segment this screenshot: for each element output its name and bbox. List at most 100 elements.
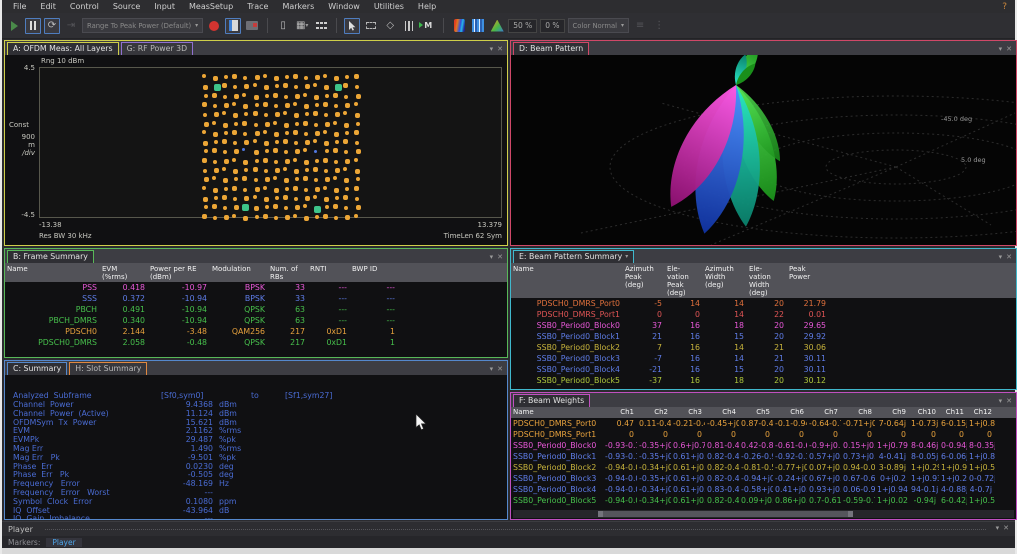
table-cell: 1+j0.25 xyxy=(939,473,967,484)
tab-rf-power-3d[interactable]: G: RF Power 3D xyxy=(121,42,194,55)
transparency-field[interactable]: 50 % xyxy=(508,19,537,33)
table-row[interactable]: SSB0_Period0_Block3-0.94-0.09j-0.35+j0.8… xyxy=(511,473,1016,484)
table-row[interactable]: PBCH0.491-10.94QPSK63------ xyxy=(5,304,507,315)
menu-item-help[interactable]: Help xyxy=(411,0,443,13)
help-icon[interactable]: ? xyxy=(1002,2,1007,12)
marker-player-chip[interactable]: Player xyxy=(46,538,81,547)
play-button[interactable] xyxy=(6,18,22,34)
table-row[interactable]: SSB0_Period0_Block4-0.94-0.06j-0.34+j0.8… xyxy=(511,484,1016,495)
close-icon[interactable]: ✕ xyxy=(497,365,503,373)
table-row[interactable]: SSS0.372-10.94BPSK33------ xyxy=(5,293,507,304)
layout-tiles-button[interactable] xyxy=(313,18,329,34)
menu-item-control[interactable]: Control xyxy=(63,0,106,13)
table-row[interactable]: SSB0_Period0_Block5-0.94-0.07j-0.34+j0.8… xyxy=(511,495,1016,506)
close-icon[interactable]: ✕ xyxy=(1006,397,1012,405)
menu-item-file[interactable]: File xyxy=(6,0,33,13)
single-step-button[interactable]: ⇥ xyxy=(63,18,79,34)
record-button[interactable] xyxy=(206,18,222,34)
recording-report-button[interactable] xyxy=(225,18,241,34)
restart-button[interactable]: ⟳ xyxy=(44,18,60,34)
table-row[interactable]: SSB0_Period0_Block3-716142130.11 xyxy=(511,353,1016,364)
panel-menu-icon[interactable]: ▾ xyxy=(490,45,494,53)
table-row[interactable]: PDSCH0_DMRS_Port00.470.11-0.44j-0.21-0.4… xyxy=(511,418,1016,429)
tab-frame-summary[interactable]: B: Frame Summary xyxy=(7,250,94,263)
close-icon[interactable]: ✕ xyxy=(497,253,503,261)
menu-item-input[interactable]: Input xyxy=(147,0,182,13)
band-lines-button[interactable] xyxy=(401,18,417,34)
tab-slot-summary[interactable]: H: Slot Summary xyxy=(69,362,147,375)
constellation-plot[interactable]: Rng 10 dBm 4.5 Const 900 m /div -4.5 -13… xyxy=(5,55,507,245)
table-row[interactable]: SSB0_Period0_Block0-0.93-0.11j-0.35+j0.8… xyxy=(511,440,1016,451)
diamond-marker-button[interactable]: ◇ xyxy=(382,18,398,34)
table-row[interactable]: PDSCH02.144-3.48QAM2562170xD11 xyxy=(5,326,507,337)
tab-beam-pattern-summary[interactable]: E: Beam Pattern Summary▾ xyxy=(513,250,634,263)
layout-grid-button[interactable]: ▦▾ xyxy=(294,18,310,34)
table-row[interactable]: PBCH_DMRS0.340-10.94QPSK63------ xyxy=(5,315,507,326)
constellation-point xyxy=(303,204,307,208)
close-icon[interactable]: ✕ xyxy=(1003,524,1009,532)
scrollbar-thumb[interactable] xyxy=(598,511,853,517)
tab-ofdm-meas-all-layers[interactable]: A: OFDM Meas: All Layers xyxy=(7,42,119,55)
constellation-point xyxy=(274,104,278,108)
table-row[interactable]: SSB0_Period0_Block2716142130.06 xyxy=(511,342,1016,353)
panel-menu-icon[interactable]: ▾ xyxy=(999,397,1003,405)
close-icon[interactable]: ✕ xyxy=(497,45,503,53)
constellation-point xyxy=(313,83,317,87)
table-cell: --- xyxy=(308,282,350,293)
menu-item-window[interactable]: Window xyxy=(321,0,367,13)
table-cell: SSB0_Period0_Block2 xyxy=(511,342,623,353)
color-mode-dropdown[interactable]: Color Normal▾ xyxy=(568,18,630,33)
constellation-point xyxy=(223,150,227,154)
table-cell: -0.61-0.69j xyxy=(773,440,807,451)
table-row[interactable]: PDSCH0_DMRS2.058-0.48QPSK2170xD11 xyxy=(5,337,507,348)
overflow-menu-button[interactable]: ⋮ xyxy=(651,18,667,34)
constellation-point xyxy=(356,205,361,210)
constellation-point xyxy=(275,140,279,144)
tab-beam-pattern[interactable]: D: Beam Pattern xyxy=(513,42,589,55)
recording-playback-button[interactable] xyxy=(244,18,260,34)
panel-menu-icon[interactable]: ▾ xyxy=(999,45,1003,53)
close-icon[interactable]: ✕ xyxy=(1006,253,1012,261)
layout-single-button[interactable]: ▯ xyxy=(275,18,291,34)
panel-menu-icon[interactable]: ▾ xyxy=(490,365,494,373)
zoom-tool-button[interactable] xyxy=(363,18,379,34)
prism-button[interactable] xyxy=(489,18,505,34)
persistence-field[interactable]: 0 % xyxy=(540,19,564,33)
colormap-button[interactable] xyxy=(451,18,467,34)
close-icon[interactable]: ✕ xyxy=(1006,45,1012,53)
panel-menu-icon[interactable]: ▾ xyxy=(999,253,1003,261)
constellation-point xyxy=(354,102,358,106)
menu-item-trace[interactable]: Trace xyxy=(240,0,275,13)
spectrogram-button[interactable] xyxy=(470,18,486,34)
table-row[interactable]: SSB0_Period0_Block03716182029.65 xyxy=(511,320,1016,331)
table-row[interactable]: SSB0_Period0_Block1-0.93-0.1j-0.35+j0.88… xyxy=(511,451,1016,462)
menu-item-markers[interactable]: Markers xyxy=(275,0,321,13)
select-tool-button[interactable] xyxy=(344,18,360,34)
table-row[interactable]: SSB0_Period0_Block12116152029.92 xyxy=(511,331,1016,342)
tab-beam-weights[interactable]: F: Beam Weights xyxy=(513,394,590,407)
table-row[interactable]: PDSCH0_DMRS_Port1000000000000 xyxy=(511,429,1016,440)
beam-pattern-3d-view[interactable]: -45.0 deg 5.0 deg xyxy=(511,55,1016,245)
table-row[interactable]: PDSCH0_DMRS_Port0-514142021.79 xyxy=(511,298,1016,309)
player-timeline[interactable] xyxy=(45,529,986,530)
table-row[interactable]: SSB0_Period0_Block2-0.94-0.06j-0.34+j0.8… xyxy=(511,462,1016,473)
menu-item-source[interactable]: Source xyxy=(106,0,147,13)
table-row[interactable]: PSS0.418-10.97BPSK33------ xyxy=(5,282,507,293)
marker-tool-button[interactable]: M xyxy=(420,18,436,34)
pause-button[interactable] xyxy=(25,18,41,34)
marker-icon: M xyxy=(424,21,432,30)
horizontal-scrollbar[interactable] xyxy=(513,510,1014,518)
table-row[interactable]: SSB0_Period0_Block5-3716182030.12 xyxy=(511,375,1016,386)
table-cell: -10.97 xyxy=(148,282,210,293)
range-dropdown[interactable]: Range To Peak Power (Default)▾ xyxy=(82,18,203,33)
menu-item-edit[interactable]: Edit xyxy=(33,0,63,13)
panel-menu-icon[interactable]: ▾ xyxy=(996,524,1000,532)
table-row[interactable]: SSB0_Period0_Block4-2116152030.11 xyxy=(511,364,1016,375)
summary-label: IQ Gain Imbalance xyxy=(13,514,161,519)
menu-item-utilities[interactable]: Utilities xyxy=(367,0,411,13)
table-row[interactable]: PDSCH0_DMRS_Port10014220.01 xyxy=(511,309,1016,320)
menu-item-meassetup[interactable]: MeasSetup xyxy=(182,0,240,13)
panel-menu-icon[interactable]: ▾ xyxy=(490,253,494,261)
extra-tool-button[interactable]: ≡ xyxy=(632,18,648,34)
tab-summary[interactable]: C: Summary xyxy=(7,362,67,375)
